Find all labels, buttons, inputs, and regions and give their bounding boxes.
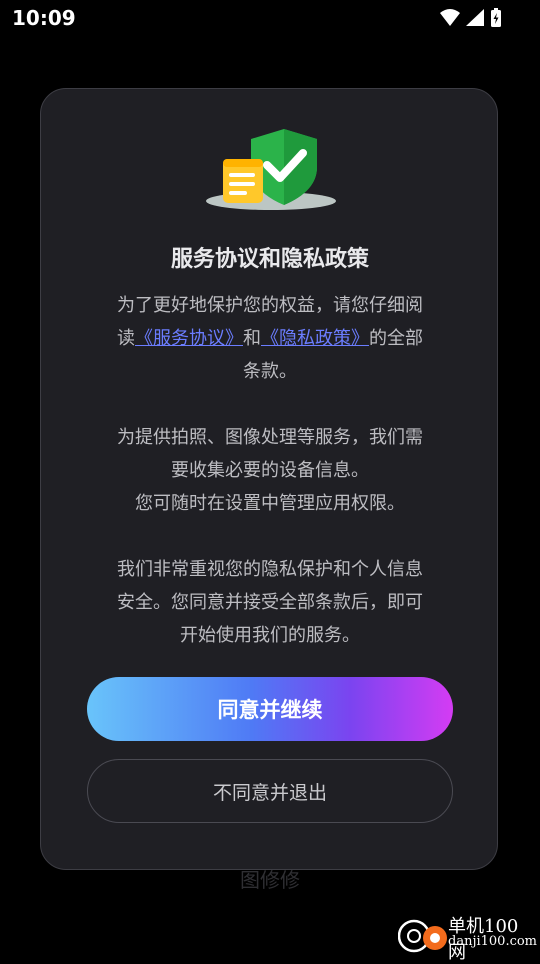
cellular-signal-icon [466, 9, 484, 26]
service-agreement-link[interactable]: 《服务协议》 [135, 328, 243, 349]
paragraph-privacy: 我们非常重视您的隐私保护和个人信息 安全。您同意并接受全部条款后，即可 开始使用… [99, 553, 441, 652]
paragraph-text: 读 [117, 328, 135, 349]
privacy-policy-link[interactable]: 《隐私政策》 [261, 328, 369, 349]
paragraph-line: 我们非常重视您的隐私保护和个人信息 [117, 559, 423, 580]
status-bar: 10:09 [0, 0, 540, 36]
watermark-logo-icon [398, 919, 447, 953]
paragraph-text: 的全部 [369, 328, 423, 349]
privacy-dialog: 服务协议和隐私政策 为了更好地保护您的权益，请您仔细阅 读《服务协议》和《隐私政… [40, 88, 498, 870]
status-time: 10:09 [12, 6, 76, 30]
paragraph-line: 您可随时在设置中管理应用权限。 [135, 493, 405, 514]
paragraph-text: 和 [243, 328, 261, 349]
status-icons [440, 8, 501, 27]
shield-document-icon [206, 129, 336, 210]
watermark: 单机100网 danji100.com [398, 910, 538, 963]
paragraph-line: 为了更好地保护您的权益，请您仔细阅 [117, 295, 423, 316]
paragraph-line: 安全。您同意并接受全部条款后，即可 [117, 592, 423, 613]
battery-charging-icon [491, 8, 501, 27]
paragraph-terms: 为了更好地保护您的权益，请您仔细阅 读《服务协议》和《隐私政策》的全部 条款。 [99, 289, 441, 388]
disagree-exit-button[interactable]: 不同意并退出 [87, 759, 453, 823]
paragraph-line: 开始使用我们的服务。 [180, 625, 360, 646]
paragraph-permissions: 为提供拍照、图像处理等服务，我们需 要收集必要的设备信息。 您可随时在设置中管理… [99, 421, 441, 520]
paragraph-line: 读《服务协议》和《隐私政策》的全部 [99, 322, 441, 355]
agree-continue-button[interactable]: 同意并继续 [87, 677, 453, 741]
paragraph-line: 条款。 [243, 361, 297, 382]
wifi-icon [440, 9, 460, 26]
paragraph-line: 要收集必要的设备信息。 [171, 460, 369, 481]
dialog-title: 服务协议和隐私政策 [170, 247, 369, 272]
watermark-url: danji100.com [448, 934, 538, 949]
paragraph-line: 为提供拍照、图像处理等服务，我们需 [117, 427, 423, 448]
